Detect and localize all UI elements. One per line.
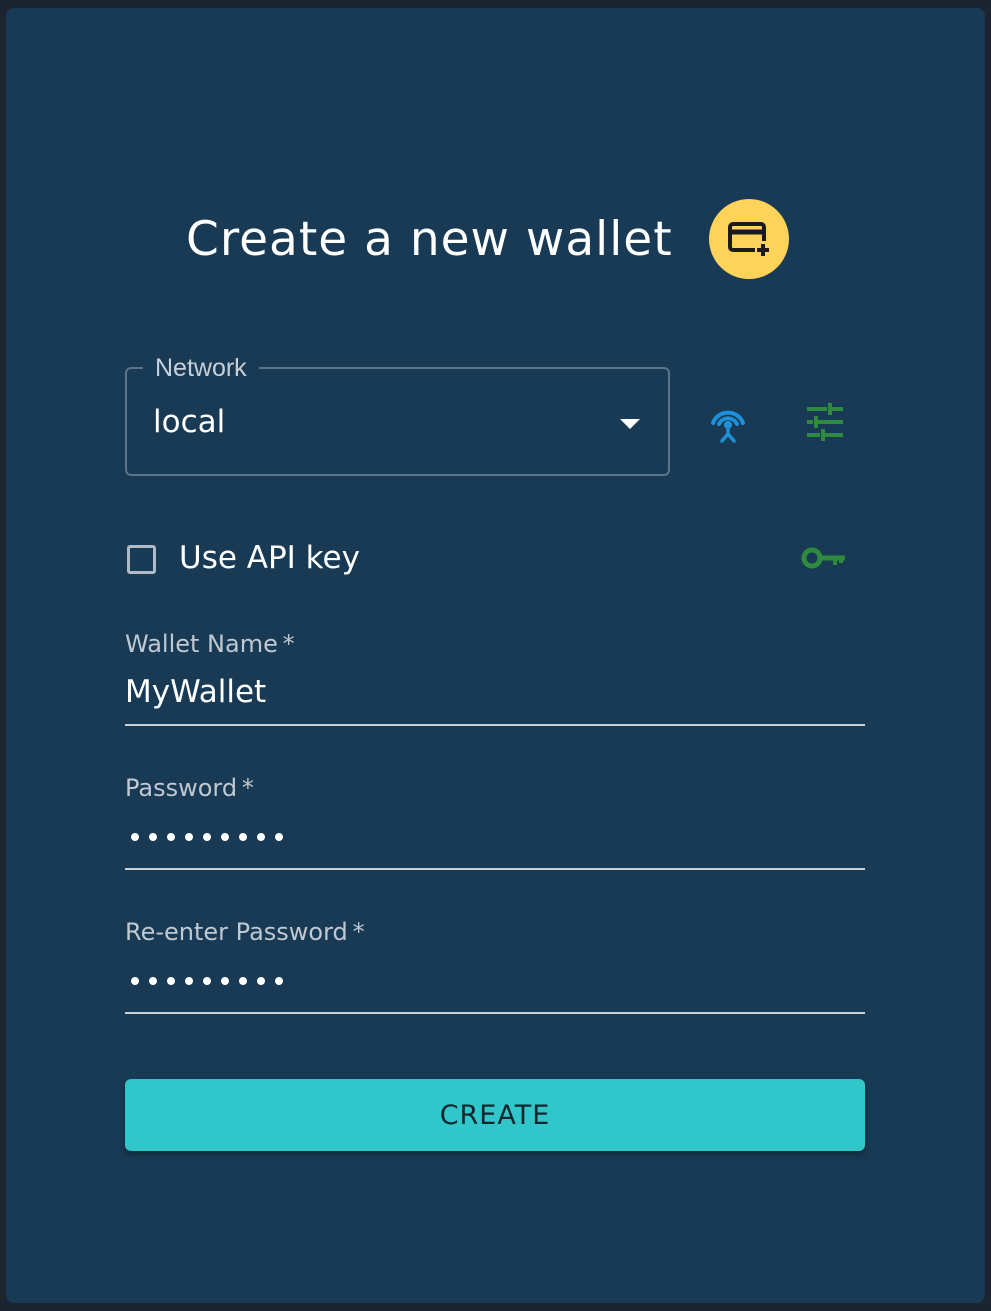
password-field[interactable]: Password *: [125, 774, 865, 872]
network-label: Network: [143, 353, 259, 383]
network-value: local: [153, 404, 226, 440]
confirm-password-field[interactable]: Re-enter Password *: [125, 918, 865, 1016]
confirm-password-input[interactable]: [131, 977, 283, 985]
password-mask-dot: [167, 977, 175, 985]
password-mask-dot: [239, 833, 247, 841]
create-button[interactable]: CREATE: [125, 1079, 865, 1151]
password-mask-dot: [203, 833, 211, 841]
password-mask-dot: [149, 833, 157, 841]
wallet-name-input[interactable]: MyWallet: [125, 674, 266, 710]
use-api-key-checkbox[interactable]: [127, 545, 156, 574]
wallet-name-underline: [125, 724, 865, 726]
password-mask-dot: [257, 977, 265, 985]
password-mask-dot: [131, 977, 139, 985]
page-title: Create a new wallet: [186, 211, 673, 267]
password-mask-dot: [131, 833, 139, 841]
password-mask-dot: [167, 833, 175, 841]
dropdown-arrow-icon: [620, 419, 640, 429]
wallet-name-field[interactable]: Wallet Name * MyWallet: [125, 630, 865, 728]
confirm-password-label: Re-enter Password *: [125, 918, 365, 946]
tune-sliders-icon[interactable]: [797, 395, 853, 451]
wallet-add-icon: [709, 199, 789, 279]
password-label: Password *: [125, 774, 254, 802]
password-mask-dot: [221, 977, 229, 985]
broadcast-antenna-icon[interactable]: [700, 394, 756, 450]
password-mask-dot: [203, 977, 211, 985]
password-mask-dot: [275, 977, 283, 985]
wallet-name-label: Wallet Name *: [125, 630, 295, 658]
password-mask-dot: [239, 977, 247, 985]
password-mask-dot: [257, 833, 265, 841]
password-mask-dot: [149, 977, 157, 985]
confirm-password-underline: [125, 1012, 865, 1014]
password-mask-dot: [221, 833, 229, 841]
password-input[interactable]: [131, 833, 283, 841]
password-underline: [125, 868, 865, 870]
title-row: Create a new wallet: [186, 198, 789, 280]
use-api-key-label[interactable]: Use API key: [179, 540, 360, 576]
network-select[interactable]: Network local: [125, 353, 670, 476]
create-wallet-card: Create a new wallet Network local Use AP…: [6, 8, 985, 1303]
password-mask-dot: [185, 833, 193, 841]
password-mask-dot: [275, 833, 283, 841]
password-mask-dot: [185, 977, 193, 985]
key-icon[interactable]: [796, 530, 852, 586]
